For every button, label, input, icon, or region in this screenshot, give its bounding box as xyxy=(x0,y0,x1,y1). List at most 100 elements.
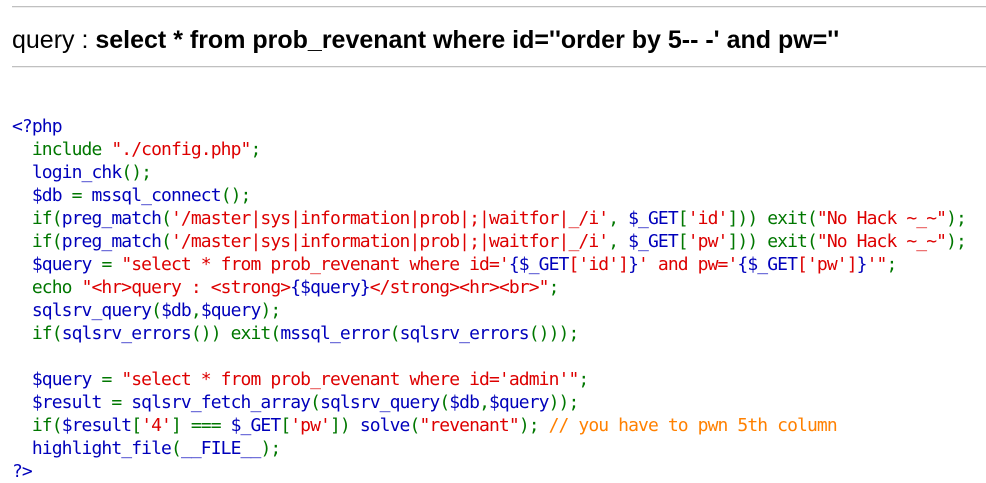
code-token: ; xyxy=(886,254,897,275)
code-line: $db = mssql_connect(); xyxy=(12,184,966,207)
code-token: = xyxy=(101,254,122,275)
code-token: , xyxy=(608,208,629,229)
code-token: ['pw'] xyxy=(797,254,858,275)
code-token: // you have to pwn 5th column xyxy=(548,415,838,436)
code-token: "No Hack ~_~" xyxy=(816,208,947,229)
code-token: "No Hack ~_~" xyxy=(816,231,947,252)
code-token: [ xyxy=(677,231,689,252)
code-line: if(sqlsrv_errors()) exit(mssql_error(sql… xyxy=(12,322,966,345)
code-token: {$_GET xyxy=(737,254,798,275)
code-token: mssql_connect xyxy=(91,185,222,206)
code-token: ' and pw=' xyxy=(638,254,738,275)
code-line: highlight_file(__FILE__); xyxy=(12,437,966,460)
code-token: ?> xyxy=(12,461,33,482)
code-token: ; xyxy=(548,277,560,298)
top-divider xyxy=(12,6,986,8)
code-token: mssql_error xyxy=(280,323,390,344)
code-token: "./config.php" xyxy=(111,139,251,160)
code-token: ); xyxy=(946,208,967,229)
code-token: echo xyxy=(12,277,82,298)
code-token: ( xyxy=(310,392,321,413)
code-line: echo "<hr>query : <strong>{$query}</stro… xyxy=(12,276,966,299)
code-token: ( xyxy=(151,300,162,321)
code-token: ); xyxy=(260,438,281,459)
code-token: ()) exit( xyxy=(190,323,281,344)
code-token: ( xyxy=(389,323,401,344)
code-token: $_GET xyxy=(628,231,679,252)
code-token: 'id' xyxy=(687,208,729,229)
code-token: {$_GET xyxy=(508,254,570,275)
query-sql: select * from prob_revenant where id=''o… xyxy=(95,26,840,54)
code-token: ); xyxy=(260,300,281,321)
code-token: , xyxy=(608,231,629,252)
code-token: = xyxy=(111,392,132,413)
code-token: $query xyxy=(200,300,262,321)
code-line: $query = "select * from prob_revenant wh… xyxy=(12,368,966,391)
code-token: $query xyxy=(12,254,102,275)
bottom-divider xyxy=(12,66,986,68)
code-token: '/master|sys|information|prob|;|waitfor|… xyxy=(171,208,609,229)
code-token: ] === xyxy=(171,415,231,436)
code-token: )); xyxy=(548,392,580,413)
code-token: include xyxy=(12,139,112,160)
code-token: sqlsrv_query xyxy=(12,300,152,321)
code-line: $query = "select * from prob_revenant wh… xyxy=(12,253,966,276)
code-line: <?php xyxy=(12,115,966,138)
code-line: login_chk(); xyxy=(12,161,966,184)
code-line: if(preg_match('/master|sys|information|p… xyxy=(12,207,967,230)
code-token: "<hr>query : <strong> xyxy=(81,277,292,298)
code-token: $db xyxy=(449,392,480,413)
code-token: ( xyxy=(439,392,450,413)
code-line: ?> xyxy=(12,460,966,483)
php-source-code: <?php include "./config.php"; login_chk(… xyxy=(12,115,967,483)
code-token: $result xyxy=(61,415,132,436)
query-output: query : select * from prob_revenant wher… xyxy=(12,24,839,56)
code-token: if( xyxy=(12,231,63,252)
code-token: ])) exit( xyxy=(727,208,817,229)
code-token: , xyxy=(190,300,202,321)
code-line: if($result['4'] === $_GET['pw']) solve("… xyxy=(12,414,966,437)
code-token: ( xyxy=(409,415,421,436)
code-token: "revenant" xyxy=(419,415,519,436)
code-token: '" xyxy=(866,254,888,275)
code-token: ])) exit( xyxy=(727,231,817,252)
code-token: preg_match xyxy=(61,208,162,229)
code-token: $_GET xyxy=(628,208,679,229)
code-token: $query xyxy=(489,392,550,413)
code-token: [ xyxy=(677,208,689,229)
code-token: login_chk xyxy=(12,162,122,183)
code-token: preg_match xyxy=(61,231,162,252)
code-token: sqlsrv_query xyxy=(320,392,440,413)
code-token: ); xyxy=(946,231,967,252)
code-token: {$query} xyxy=(290,277,370,298)
code-token: = xyxy=(71,185,92,206)
code-token: '/master|sys|information|prob|;|waitfor|… xyxy=(171,231,609,252)
code-token: highlight_file xyxy=(12,438,172,459)
code-token: "select * from prob_revenant where id='a… xyxy=(121,369,579,390)
code-token: ())); xyxy=(528,323,580,344)
code-token: } xyxy=(856,254,868,275)
code-token: </strong><hr><br>" xyxy=(369,277,550,298)
code-token: ); xyxy=(518,415,549,436)
code-token: ( xyxy=(161,208,172,229)
code-token: "select * from prob_revenant where id=' xyxy=(121,254,509,275)
code-token: $db xyxy=(161,300,192,321)
code-token: 'pw' xyxy=(687,231,729,252)
code-line: sqlsrv_query($db,$query); xyxy=(12,299,966,322)
code-token: (); xyxy=(220,185,252,206)
code-token: 'pw' xyxy=(290,415,331,436)
code-token: (); xyxy=(121,162,152,183)
code-token: '4' xyxy=(141,415,172,436)
code-token: <?php xyxy=(12,116,63,137)
code-token: } xyxy=(628,254,639,275)
code-token: sqlsrv_errors xyxy=(61,323,192,344)
code-token: if( xyxy=(12,323,63,344)
code-token: solve xyxy=(359,415,411,436)
code-token: $_GET xyxy=(230,415,282,436)
code-line: include "./config.php"; xyxy=(12,138,966,161)
code-token: if( xyxy=(12,208,63,229)
code-token: [ xyxy=(131,415,142,436)
code-token: $result xyxy=(12,392,112,413)
code-token: ( xyxy=(161,231,172,252)
